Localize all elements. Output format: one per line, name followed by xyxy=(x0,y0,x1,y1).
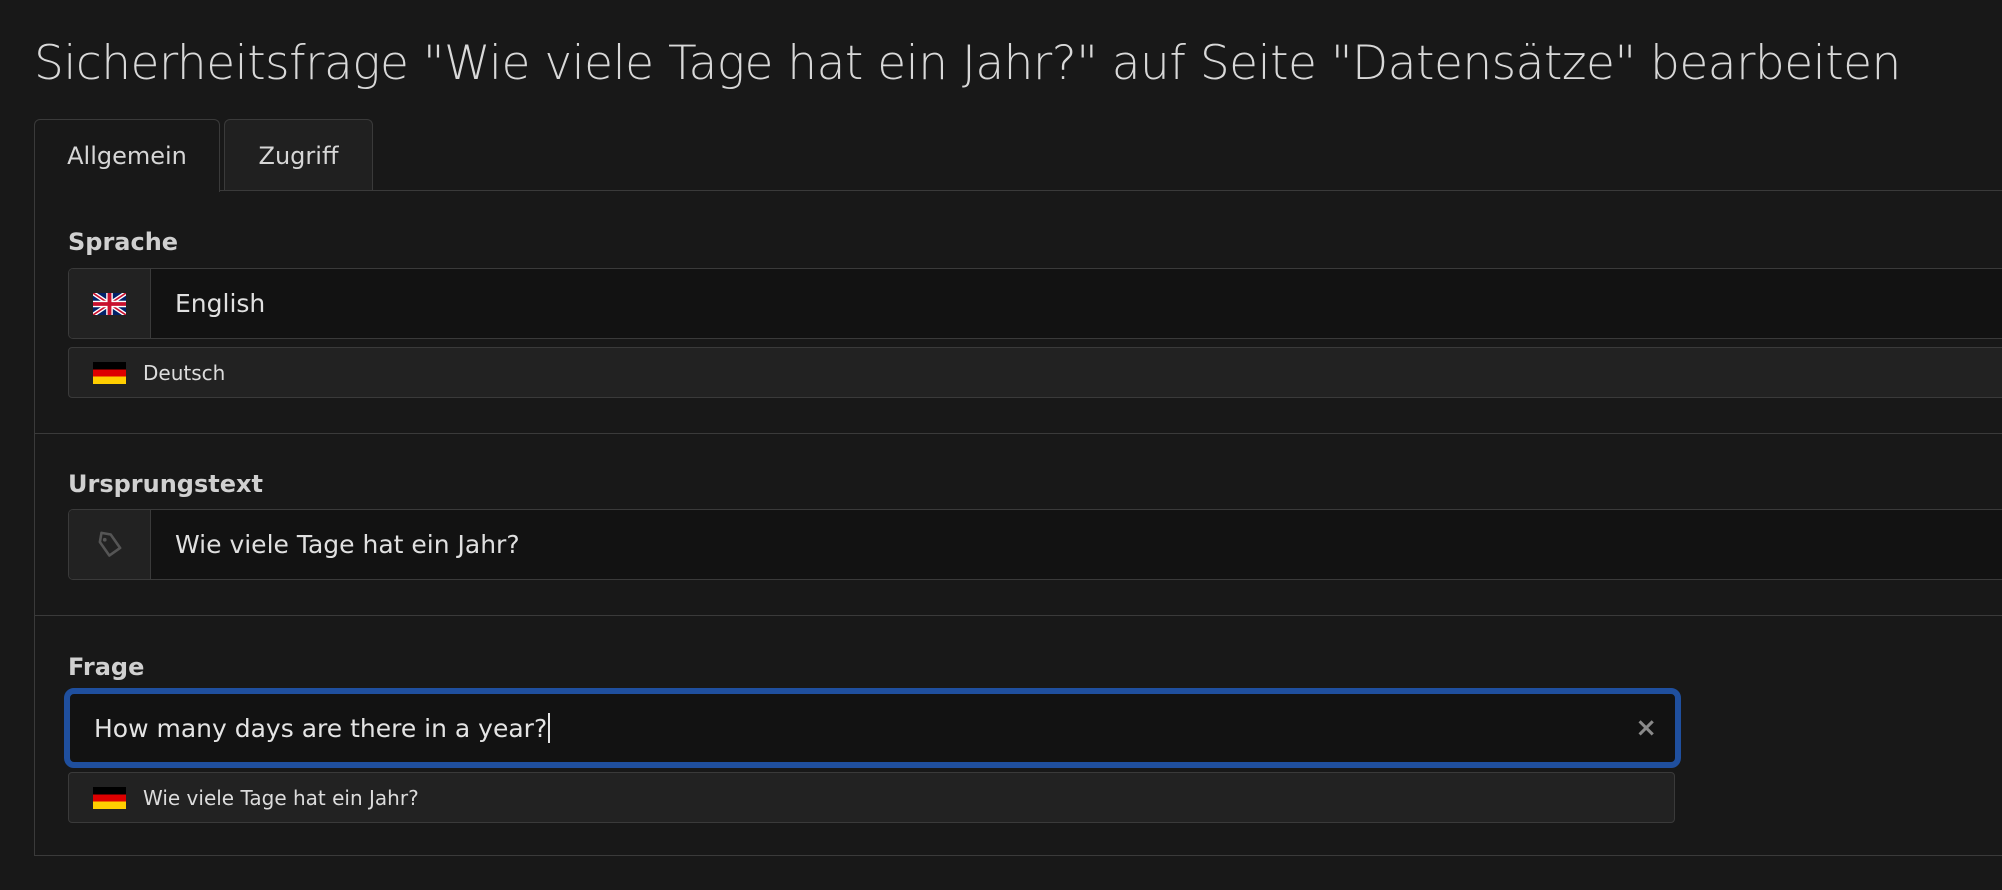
clear-icon[interactable]: × xyxy=(1635,713,1657,743)
source-text-label: Ursprungstext xyxy=(68,470,263,498)
language-value: English xyxy=(175,289,266,318)
question-input-value: How many days are there in a year? xyxy=(94,713,548,743)
tab-general-label: Allgemein xyxy=(67,142,187,170)
tag-icon xyxy=(69,510,151,579)
language-hint-text: Deutsch xyxy=(143,360,226,385)
language-hint: Deutsch xyxy=(68,347,2002,398)
german-flag-icon xyxy=(93,361,126,384)
tab-access-label: Zugriff xyxy=(258,141,339,170)
source-text-value: Wie viele Tage hat ein Jahr? xyxy=(175,530,520,559)
section-divider xyxy=(34,615,2002,616)
german-flag-icon xyxy=(93,786,126,809)
uk-flag-icon xyxy=(69,269,151,338)
language-select[interactable]: English xyxy=(68,268,2002,339)
tab-general[interactable]: Allgemein xyxy=(34,119,220,192)
section-divider xyxy=(34,433,2002,434)
tab-access[interactable]: Zugriff xyxy=(224,119,373,191)
page-title: Sicherheitsfrage "Wie viele Tage hat ein… xyxy=(34,36,1901,91)
source-text-field: Wie viele Tage hat ein Jahr? xyxy=(68,509,2002,580)
language-label: Sprache xyxy=(68,228,179,256)
text-caret xyxy=(548,713,551,743)
question-label: Frage xyxy=(68,653,145,681)
question-hint-text: Wie viele Tage hat ein Jahr? xyxy=(143,785,419,810)
question-input[interactable]: How many days are there in a year? × xyxy=(64,688,1681,768)
question-hint: Wie viele Tage hat ein Jahr? xyxy=(68,772,1675,823)
